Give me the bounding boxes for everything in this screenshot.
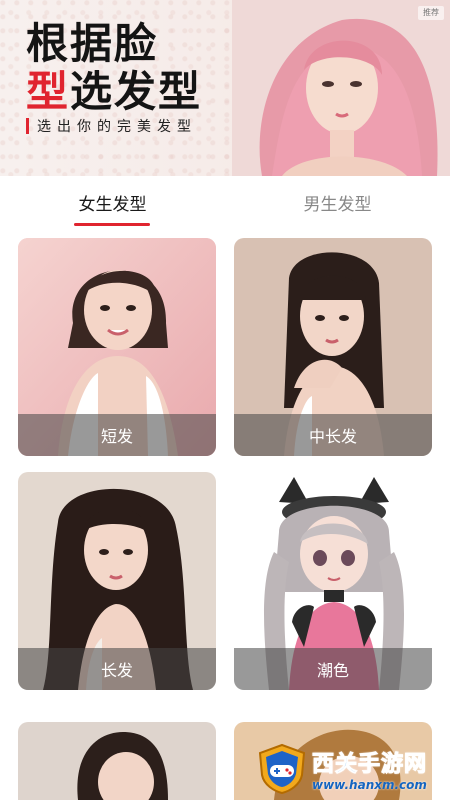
- hairstyle-card-partial-left[interactable]: [18, 722, 216, 800]
- hair-gender-tabs: 女生发型 男生发型: [0, 176, 450, 228]
- hairstyle-card-short[interactable]: 短发: [18, 238, 216, 456]
- tab-label: 女生发型: [78, 194, 147, 215]
- tab-male-hairstyles[interactable]: 男生发型: [225, 176, 450, 228]
- gamepad-shield-icon: [258, 743, 306, 795]
- hairstyle-card-trendy-color[interactable]: 潮色: [234, 472, 432, 690]
- site-watermark: 西关手游网 www.hanxm.com: [256, 742, 446, 796]
- tab-label: 男生发型: [303, 194, 372, 215]
- card-label: 潮色: [234, 648, 432, 690]
- card-label: 中长发: [234, 414, 432, 456]
- hairstyle-card-medium[interactable]: 中长发: [234, 238, 432, 456]
- banner-title-line2: 型选发型: [26, 58, 202, 119]
- tagline-accent-bar: [26, 118, 29, 134]
- card-label: 短发: [18, 414, 216, 456]
- tab-female-hairstyles[interactable]: 女生发型: [0, 176, 225, 228]
- banner-badge: 推荐: [418, 6, 444, 20]
- watermark-url: www.hanxm.com: [312, 778, 427, 792]
- banner-title-accent: 型: [26, 67, 71, 116]
- watermark-text: 西关手游网 www.hanxm.com: [311, 746, 428, 793]
- banner-title-rest: 选发型: [70, 67, 203, 116]
- banner-tagline: 选出你的完美发型: [26, 116, 197, 136]
- hairstyle-card-long[interactable]: 长发: [18, 472, 216, 690]
- card-label: 长发: [18, 648, 216, 690]
- banner-portrait-image: [232, 0, 450, 176]
- watermark-name: 西关手游网: [311, 752, 428, 778]
- partial-portrait-image: [18, 722, 216, 800]
- tagline-text: 选出你的完美发型: [37, 119, 197, 135]
- active-tab-indicator: [74, 223, 150, 226]
- hero-banner[interactable]: 根据脸 型选发型 选出你的完美发型 推荐: [0, 0, 450, 176]
